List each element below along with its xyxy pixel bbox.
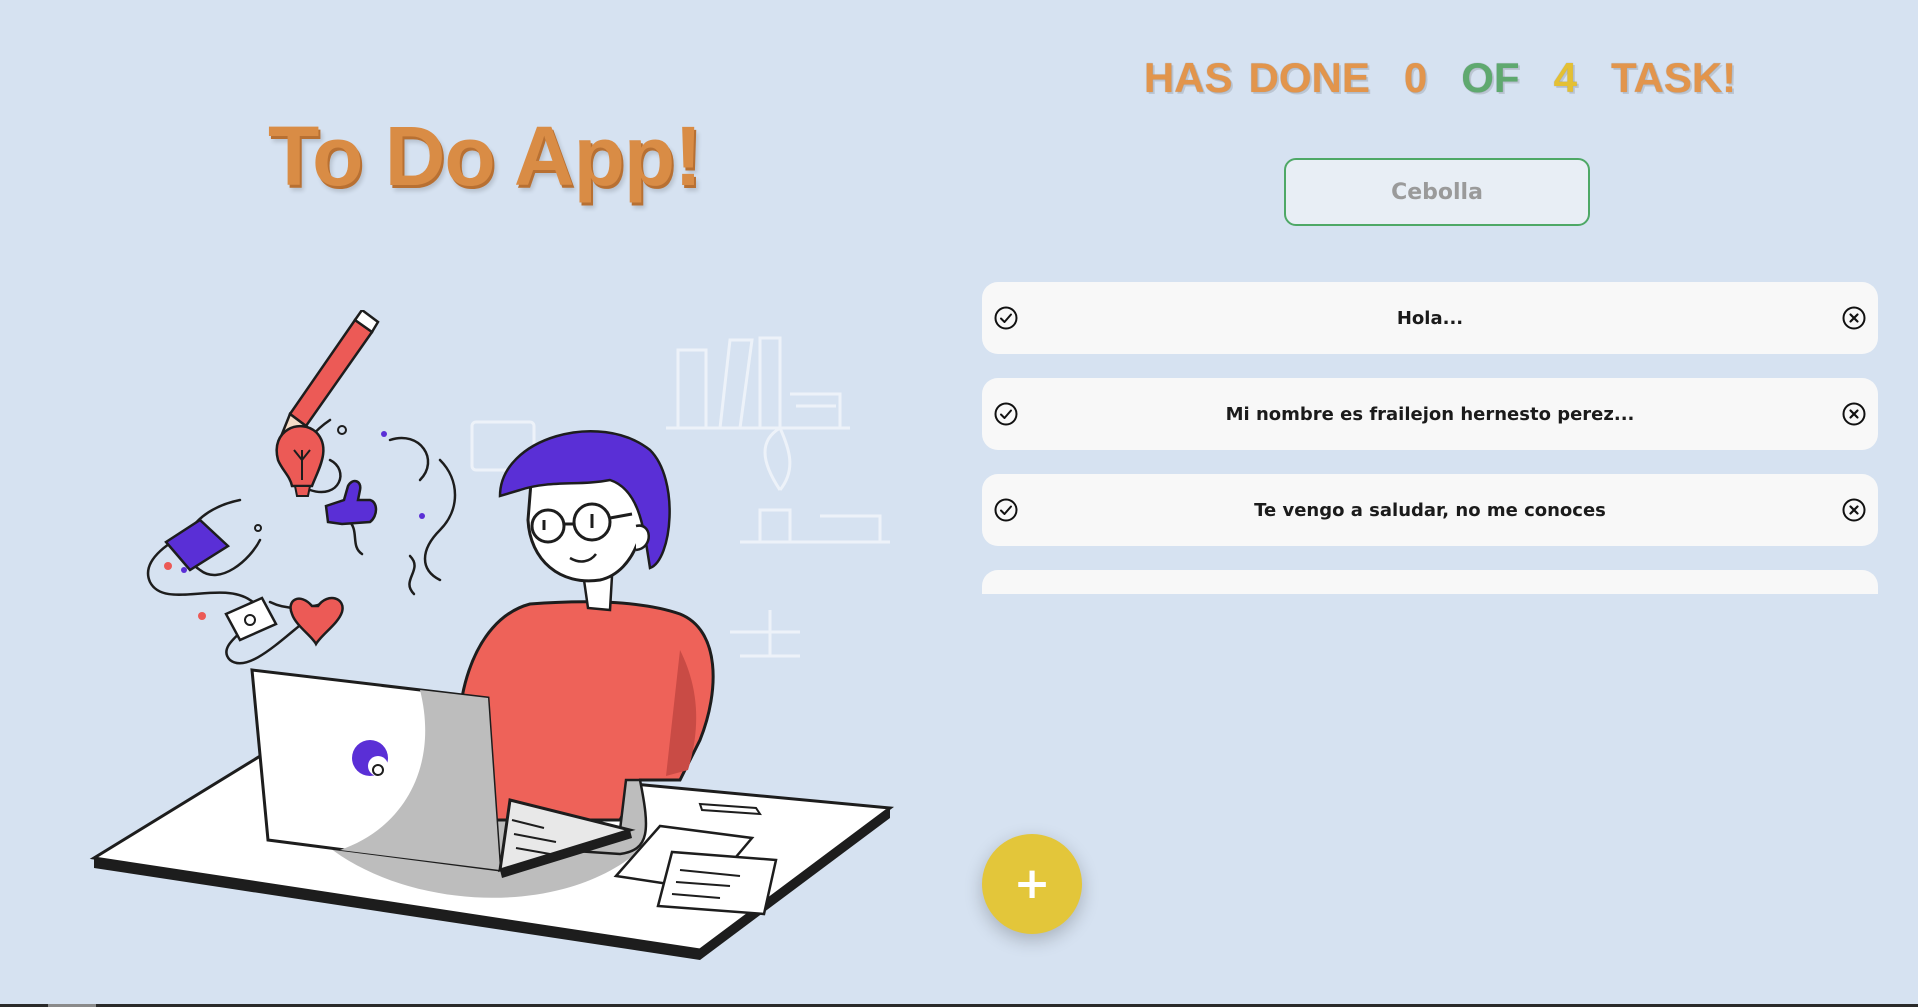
check-circle-icon[interactable]	[994, 306, 1018, 330]
task-item: Te vengo a saludar, no me conoces	[982, 474, 1878, 546]
task-item: Hola...	[982, 282, 1878, 354]
task-list: Hola... Mi nombre es frailejon hernesto …	[982, 282, 1878, 594]
search-input[interactable]	[1284, 158, 1590, 226]
counter-word-has: HAS	[1143, 54, 1233, 101]
person-at-laptop-illustration	[89, 310, 895, 960]
task-text: Hola...	[1396, 307, 1464, 329]
x-circle-icon[interactable]	[1842, 306, 1866, 330]
app-title: To Do App!	[268, 109, 702, 203]
add-task-button[interactable]: +	[982, 834, 1082, 934]
counter-word-done: DONE	[1248, 54, 1370, 101]
todo-app-page: To Do App! HAS DONE 0 OF 4 TASK! Cebolla…	[0, 0, 1918, 1007]
counter-word-task: TASK!	[1610, 54, 1737, 101]
check-circle-icon[interactable]	[994, 402, 1018, 426]
task-item: Mi nombre es frailejon hernesto perez...	[982, 378, 1878, 450]
task-text: Te vengo a saludar, no me conoces	[1254, 499, 1606, 521]
counter-word-of: OF	[1461, 54, 1520, 101]
counter-completed-number: 0	[1403, 54, 1428, 101]
task-counter: HAS DONE 0 OF 4 TASK!	[1100, 54, 1780, 102]
task-item	[982, 570, 1878, 594]
check-circle-icon[interactable]	[994, 498, 1018, 522]
task-text: Mi nombre es frailejon hernesto perez...	[1225, 403, 1635, 425]
x-circle-icon[interactable]	[1842, 402, 1866, 426]
x-circle-icon[interactable]	[1842, 498, 1866, 522]
counter-total-number: 4	[1553, 54, 1577, 101]
